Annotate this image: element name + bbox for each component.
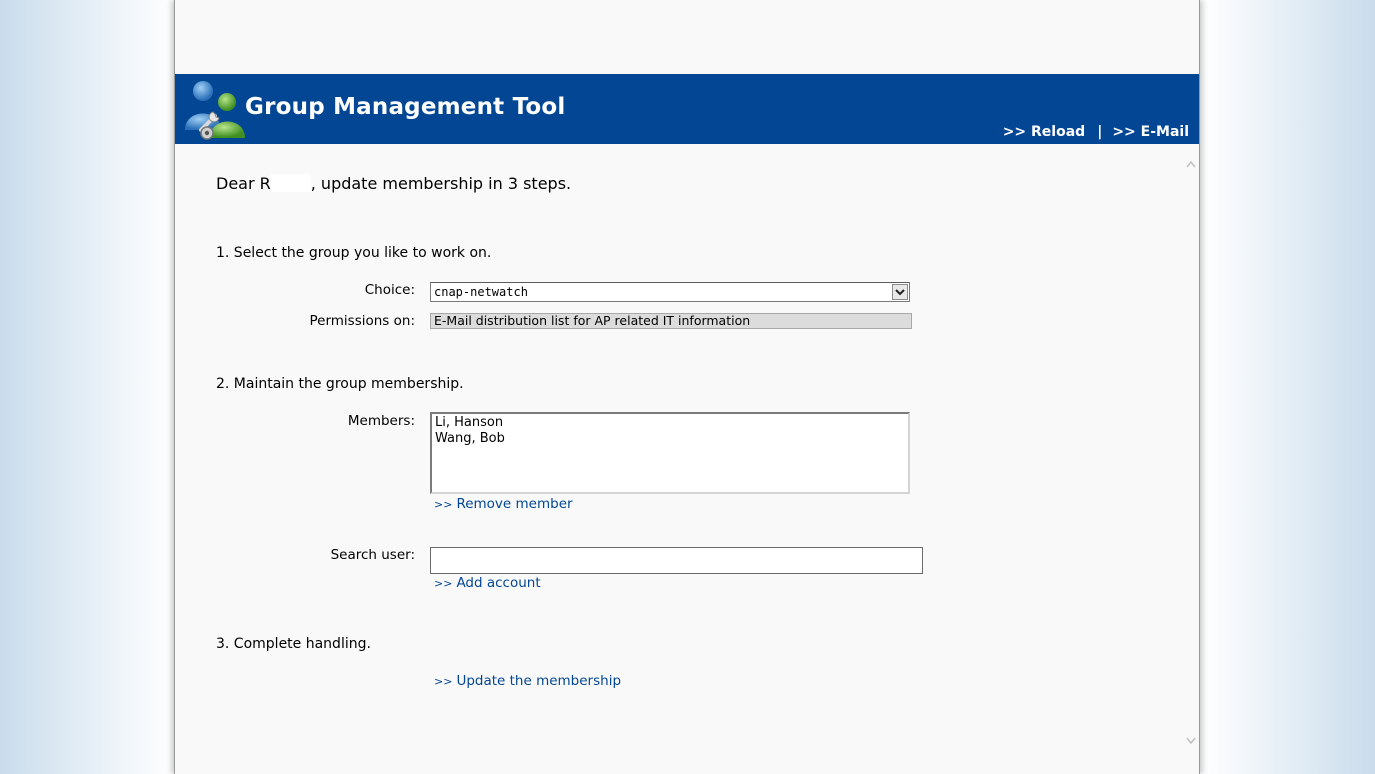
greeting-suffix: , update membership in 3 steps. <box>310 174 572 193</box>
step2-heading: 2. Maintain the group membership. <box>216 376 464 392</box>
member-item[interactable]: Li, Hanson <box>435 415 905 431</box>
step1-heading: 1. Select the group you like to work on. <box>216 245 492 261</box>
add-account-label: Add account <box>456 575 541 591</box>
step3-heading: 3. Complete handling. <box>216 636 371 652</box>
double-chevron-icon: >> <box>434 577 453 590</box>
greeting-text: Dear R , update membership in 3 steps. <box>216 174 571 193</box>
page-container: Group Management Tool >> Reload | >> E-M… <box>174 0 1200 774</box>
add-account-link[interactable]: >> Add account <box>434 575 541 591</box>
double-chevron-icon: >> <box>434 498 453 511</box>
remove-member-link[interactable]: >> Remove member <box>434 496 573 512</box>
double-chevron-icon: >> <box>434 675 453 688</box>
vertical-scrollbar[interactable] <box>1183 144 1199 774</box>
group-users-settings-icon <box>177 78 245 142</box>
choice-label: Choice: <box>364 282 415 298</box>
header-links: >> Reload | >> E-Mail <box>1003 124 1189 140</box>
members-listbox[interactable]: Li, Hanson Wang, Bob <box>430 412 910 494</box>
redacted-name <box>270 174 311 192</box>
group-choice-value: cnap-netwatch <box>434 285 528 299</box>
header-link-separator: | <box>1097 124 1103 140</box>
reload-link[interactable]: >> Reload <box>1003 124 1086 140</box>
main-content: Dear R , update membership in 3 steps. 1.… <box>175 144 1199 774</box>
chevron-down-icon[interactable] <box>892 284 908 300</box>
update-membership-link[interactable]: >> Update the membership <box>434 673 621 689</box>
member-item[interactable]: Wang, Bob <box>435 431 905 447</box>
update-membership-label: Update the membership <box>456 673 622 689</box>
scroll-up-icon[interactable] <box>1186 160 1196 170</box>
search-user-input[interactable] <box>430 547 923 574</box>
greeting-prefix: Dear R <box>216 174 271 193</box>
app-title: Group Management Tool <box>245 94 566 120</box>
permissions-field: E-Mail distribution list for AP related … <box>430 313 912 329</box>
search-user-label: Search user: <box>330 547 415 563</box>
email-link[interactable]: >> E-Mail <box>1112 124 1189 140</box>
permissions-label: Permissions on: <box>309 313 415 329</box>
top-spacer <box>175 0 1199 74</box>
app-header: Group Management Tool >> Reload | >> E-M… <box>175 74 1199 144</box>
group-choice-select[interactable]: cnap-netwatch <box>430 282 910 302</box>
remove-member-label: Remove member <box>456 496 573 512</box>
scroll-down-icon[interactable] <box>1186 737 1196 747</box>
members-label: Members: <box>347 413 415 429</box>
